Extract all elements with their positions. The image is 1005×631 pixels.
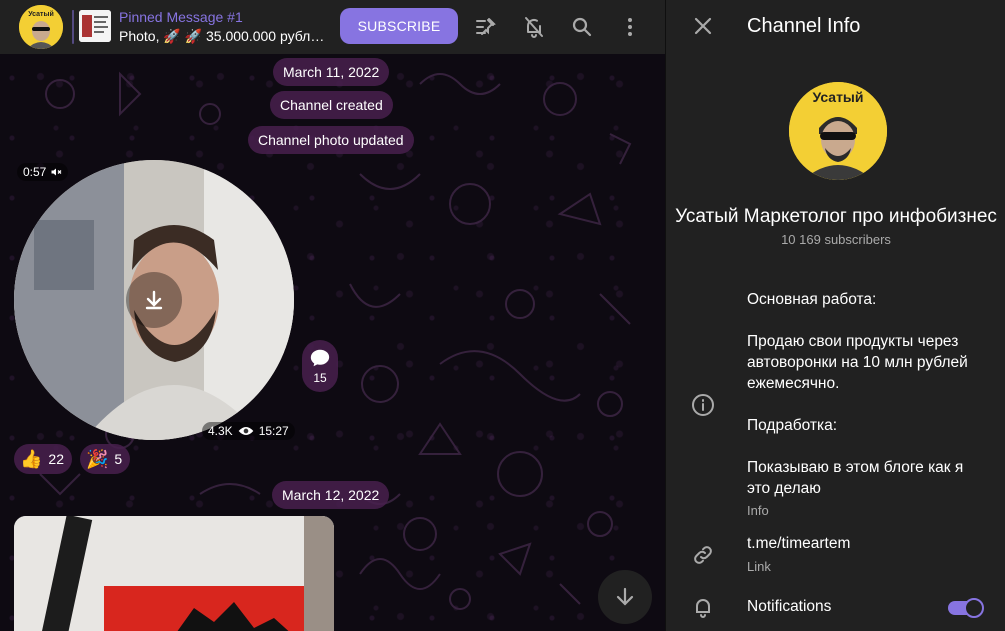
pinned-message-preview[interactable]: Photo, 🚀 🚀 35.000.000 рублей за 3 месяца (119, 28, 329, 45)
description-line: Показываю в этом блоге как я это делаю (747, 459, 964, 497)
party-popper-icon: 🎉 (86, 449, 109, 469)
scroll-to-bottom-button[interactable] (598, 570, 652, 624)
photo-message[interactable] (14, 516, 334, 631)
description-line: Основная работа: (747, 291, 877, 308)
service-message-photo-updated[interactable]: Channel photo updated (248, 126, 414, 154)
link-label: Link (747, 559, 771, 574)
video-duration: 0:57 (23, 165, 47, 179)
description-line: Подработка: (747, 417, 838, 434)
pinned-message-thumbnail[interactable] (79, 10, 111, 42)
view-count: 4.3K (208, 424, 233, 438)
svg-text:Усатый: Усатый (28, 10, 54, 18)
photo-preview-image-icon (14, 516, 334, 631)
pinned-thumbnail-image-icon (79, 10, 111, 42)
reaction-thumbs-up[interactable]: 👍 22 (14, 444, 72, 474)
avatar-portrait-icon: Усатый (789, 82, 887, 180)
avatar-portrait-icon: Усатый (19, 5, 63, 49)
chat-area[interactable]: Усатый Pinned Message #1 Photo, 🚀 🚀 35.0… (0, 0, 665, 631)
pinned-message-title[interactable]: Pinned Message #1 (119, 9, 243, 25)
subscriber-count: 10 169 subscribers (781, 232, 891, 247)
date-separator: March 11, 2022 (273, 58, 390, 86)
link-icon (688, 540, 718, 570)
service-message-channel-created: Channel created (270, 91, 393, 119)
close-icon (694, 17, 712, 35)
toggle-knob (964, 598, 984, 618)
subscribe-button[interactable]: Subscribe (340, 8, 458, 44)
svg-text:Усатый: Усатый (813, 89, 864, 105)
channel-avatar-large[interactable]: Усатый (789, 82, 887, 180)
panel-title: Channel Info (747, 15, 861, 37)
download-icon (145, 290, 163, 310)
comments-count: 15 (313, 371, 327, 385)
chat-header: Усатый Pinned Message #1 Photo, 🚀 🚀 35.0… (0, 0, 665, 54)
date-separator: March 12, 2022 (272, 481, 390, 509)
close-button[interactable] (688, 11, 718, 41)
video-duration-badge: 0:57 (17, 163, 69, 181)
download-button[interactable] (126, 272, 182, 328)
eye-icon (238, 427, 254, 435)
description-line (747, 436, 987, 457)
description-line (747, 310, 987, 331)
video-meta-badge: 4.3K 15:27 (202, 422, 295, 440)
description-label: Info (747, 503, 769, 518)
mute-bell-icon[interactable] (519, 12, 549, 42)
comment-bubble-icon (310, 349, 330, 367)
muted-speaker-icon[interactable] (50, 166, 62, 178)
channel-info-panel: Channel Info Усатый Усатый Маркетолог пр… (665, 0, 1005, 631)
description-line: Продаю свои продукты через автоворонки н… (747, 333, 968, 392)
search-icon[interactable] (567, 12, 597, 42)
thumbs-up-icon: 👍 (20, 449, 43, 469)
pinned-list-icon[interactable] (471, 12, 501, 42)
bell-icon (688, 592, 718, 622)
channel-link[interactable]: t.me/timeartem (747, 535, 850, 553)
reaction-count: 5 (114, 451, 123, 467)
notifications-toggle[interactable] (948, 598, 984, 618)
comments-button[interactable]: 15 (302, 340, 338, 392)
description-line (747, 394, 987, 415)
reaction-count: 22 (48, 451, 64, 467)
more-menu-icon[interactable] (615, 12, 645, 42)
channel-description[interactable]: Основная работа: Продаю свои продукты че… (747, 289, 987, 499)
message-time: 15:27 (258, 424, 289, 438)
reaction-party[interactable]: 🎉 5 (80, 444, 131, 474)
info-circle-icon (688, 390, 718, 420)
pinned-indicator-bar (72, 10, 74, 44)
arrow-down-icon (616, 587, 634, 606)
channel-avatar[interactable]: Усатый (19, 5, 63, 49)
channel-name: Усатый Маркетолог про инфобизнес (675, 206, 997, 227)
notifications-label[interactable]: Notifications (747, 598, 831, 616)
